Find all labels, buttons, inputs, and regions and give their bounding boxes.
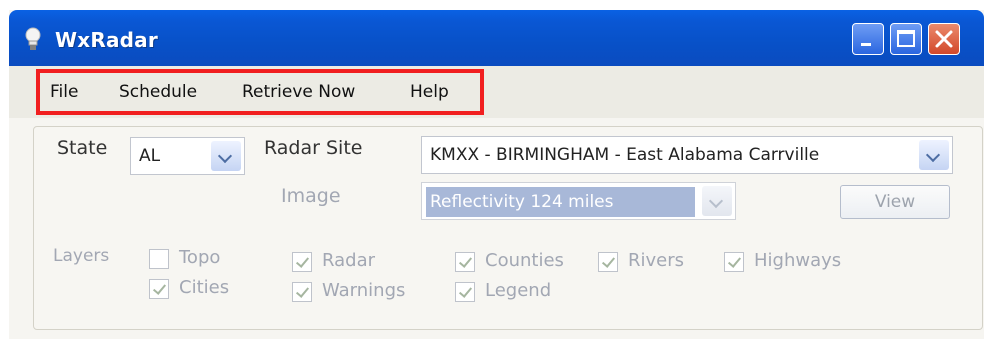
- menu-help[interactable]: Help: [410, 82, 449, 102]
- chevron-down-icon[interactable]: [211, 141, 241, 171]
- warnings-label: Warnings: [322, 280, 406, 301]
- checkbox-box[interactable]: [149, 249, 169, 269]
- radar-site-label: Radar Site: [264, 137, 363, 159]
- checkbox-box[interactable]: [598, 252, 618, 272]
- app-window: WxRadar File Schedule Retrieve Now Help …: [9, 10, 984, 339]
- view-button[interactable]: View: [840, 185, 950, 219]
- radar-site-select[interactable]: KMXX - BIRMINGHAM - East Alabama Carrvil…: [421, 136, 953, 174]
- menu-schedule[interactable]: Schedule: [119, 82, 197, 102]
- close-button[interactable]: [928, 23, 960, 55]
- radar-label: Radar: [322, 250, 375, 271]
- state-value: AL: [139, 146, 161, 166]
- menu-file[interactable]: File: [50, 82, 78, 102]
- cities-label: Cities: [179, 277, 230, 298]
- minimize-icon: [861, 43, 871, 46]
- counties-label: Counties: [485, 250, 564, 271]
- legend-label: Legend: [485, 280, 552, 301]
- maximize-icon: [897, 30, 915, 47]
- radar-site-value: KMXX - BIRMINGHAM - East Alabama Carrvil…: [430, 145, 820, 165]
- maximize-button[interactable]: [890, 23, 922, 55]
- checkbox-box[interactable]: [724, 252, 744, 272]
- minimize-button[interactable]: [852, 23, 884, 55]
- image-label: Image: [281, 185, 341, 207]
- title-bar[interactable]: WxRadar: [9, 10, 984, 66]
- lightbulb-icon: [25, 27, 41, 50]
- chevron-down-icon[interactable]: [702, 186, 732, 216]
- checkbox-box[interactable]: [455, 282, 475, 302]
- checkbox-box[interactable]: [292, 282, 312, 302]
- window-title: WxRadar: [55, 28, 158, 52]
- checkbox-box[interactable]: [455, 252, 475, 272]
- menu-retrieve-now[interactable]: Retrieve Now: [242, 82, 355, 102]
- highways-label: Highways: [754, 250, 842, 271]
- layers-label: Layers: [53, 246, 110, 266]
- state-select[interactable]: AL: [130, 137, 245, 175]
- checkbox-box[interactable]: [292, 252, 312, 272]
- rivers-label: Rivers: [628, 250, 685, 271]
- image-select[interactable]: Reflectivity 124 miles: [421, 182, 736, 220]
- close-icon: [935, 30, 953, 48]
- chevron-down-icon[interactable]: [919, 140, 949, 170]
- state-label: State: [57, 137, 108, 159]
- image-value: Reflectivity 124 miles: [426, 187, 695, 217]
- topo-label: Topo: [179, 247, 221, 268]
- checkbox-box[interactable]: [149, 279, 169, 299]
